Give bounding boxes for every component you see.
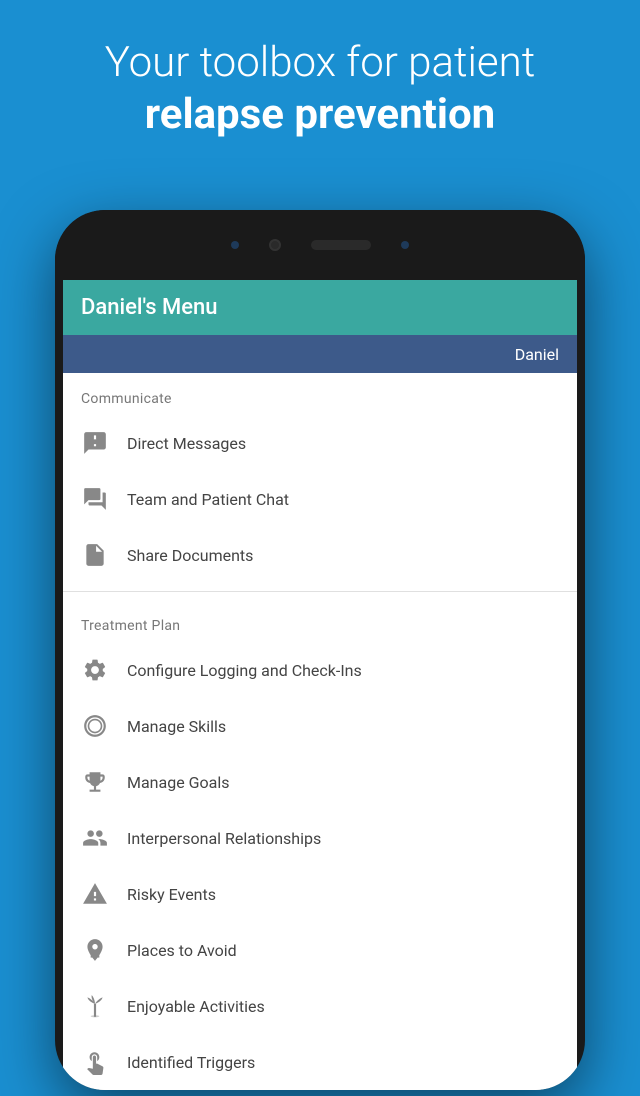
interpersonal-label: Interpersonal Relationships <box>127 829 321 848</box>
share-documents-label: Share Documents <box>127 546 253 565</box>
menu-item-share-documents[interactable]: Share Documents <box>63 527 577 583</box>
phone-shell: Daniel's Menu Daniel Communicate <box>55 210 585 1090</box>
enjoyable-activities-label: Enjoyable Activities <box>127 997 265 1016</box>
sensor-icon <box>231 241 239 249</box>
menu-item-configure-logging[interactable]: Configure Logging and Check-Ins <box>63 642 577 698</box>
manage-skills-label: Manage Skills <box>127 717 226 736</box>
hero-line2: relapse prevention <box>40 88 600 143</box>
menu-content: Communicate Direct Messages <box>63 373 577 1090</box>
phone-screen: Daniel's Menu Daniel Communicate <box>63 280 577 1090</box>
direct-messages-label: Direct Messages <box>127 434 246 453</box>
palm-tree-icon <box>81 992 109 1020</box>
chat-bubble-outline-icon <box>81 485 109 513</box>
settings-gear-icon <box>81 656 109 684</box>
sensor2-icon <box>401 241 409 249</box>
app-bar: Daniel's Menu <box>63 280 577 335</box>
configure-logging-label: Configure Logging and Check-Ins <box>127 661 362 680</box>
menu-item-places-to-avoid[interactable]: Places to Avoid <box>63 922 577 978</box>
section-divider <box>63 591 577 592</box>
menu-item-enjoyable-activities[interactable]: Enjoyable Activities <box>63 978 577 1034</box>
menu-item-direct-messages[interactable]: Direct Messages <box>63 415 577 471</box>
places-to-avoid-label: Places to Avoid <box>127 941 237 960</box>
camera-icon <box>269 239 281 251</box>
communicate-section-header: Communicate <box>63 373 577 415</box>
menu-item-risky-events[interactable]: Risky Events <box>63 866 577 922</box>
manage-goals-label: Manage Goals <box>127 773 230 792</box>
identified-triggers-label: Identified Triggers <box>127 1053 255 1072</box>
trophy-icon <box>81 768 109 796</box>
document-icon <box>81 541 109 569</box>
hero-line1: Your toolbox for patient <box>40 38 600 88</box>
hero-section: Your toolbox for patient relapse prevent… <box>0 0 640 163</box>
people-icon <box>81 824 109 852</box>
phone-top-bezel <box>55 210 585 280</box>
chat-bubble-icon <box>81 429 109 457</box>
circle-check-icon <box>81 712 109 740</box>
menu-item-identified-triggers[interactable]: Identified Triggers <box>63 1034 577 1090</box>
menu-item-interpersonal[interactable]: Interpersonal Relationships <box>63 810 577 866</box>
team-patient-chat-label: Team and Patient Chat <box>127 490 289 509</box>
user-label: Daniel <box>515 345 559 364</box>
speaker-grille <box>311 240 371 250</box>
treatment-plan-section-header: Treatment Plan <box>63 600 577 642</box>
app-bar-title: Daniel's Menu <box>81 295 218 320</box>
pin-location-icon <box>81 936 109 964</box>
secondary-bar: Daniel <box>63 335 577 373</box>
risky-events-label: Risky Events <box>127 885 216 904</box>
menu-item-manage-goals[interactable]: Manage Goals <box>63 754 577 810</box>
treatment-plan-section: Treatment Plan Configure Logging and Che… <box>63 600 577 1090</box>
menu-item-team-patient-chat[interactable]: Team and Patient Chat <box>63 471 577 527</box>
finger-touch-icon <box>81 1048 109 1076</box>
menu-item-manage-skills[interactable]: Manage Skills <box>63 698 577 754</box>
triangle-warning-icon <box>81 880 109 908</box>
